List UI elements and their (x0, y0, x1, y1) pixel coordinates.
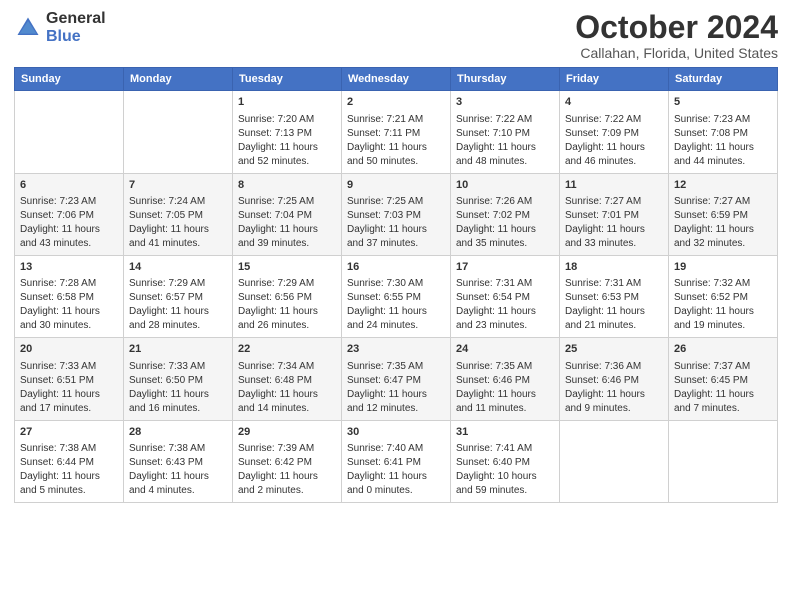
col-thursday: Thursday (451, 68, 560, 91)
table-row: 5Sunrise: 7:23 AMSunset: 7:08 PMDaylight… (669, 91, 778, 173)
header: General Blue October 2024 Callahan, Flor… (14, 10, 778, 61)
table-row: 27Sunrise: 7:38 AMSunset: 6:44 PMDayligh… (15, 420, 124, 502)
table-row: 24Sunrise: 7:35 AMSunset: 6:46 PMDayligh… (451, 338, 560, 420)
table-row: 15Sunrise: 7:29 AMSunset: 6:56 PMDayligh… (233, 255, 342, 337)
col-wednesday: Wednesday (342, 68, 451, 91)
table-row: 13Sunrise: 7:28 AMSunset: 6:58 PMDayligh… (15, 255, 124, 337)
table-row: 7Sunrise: 7:24 AMSunset: 7:05 PMDaylight… (124, 173, 233, 255)
location: Callahan, Florida, United States (575, 45, 778, 61)
table-row: 21Sunrise: 7:33 AMSunset: 6:50 PMDayligh… (124, 338, 233, 420)
table-row: 26Sunrise: 7:37 AMSunset: 6:45 PMDayligh… (669, 338, 778, 420)
table-row (669, 420, 778, 502)
calendar-table: Sunday Monday Tuesday Wednesday Thursday… (14, 67, 778, 503)
col-sunday: Sunday (15, 68, 124, 91)
table-row: 28Sunrise: 7:38 AMSunset: 6:43 PMDayligh… (124, 420, 233, 502)
title-block: October 2024 Callahan, Florida, United S… (575, 10, 778, 61)
table-row: 1Sunrise: 7:20 AMSunset: 7:13 PMDaylight… (233, 91, 342, 173)
table-row: 4Sunrise: 7:22 AMSunset: 7:09 PMDaylight… (560, 91, 669, 173)
logo: General Blue (14, 10, 106, 45)
col-saturday: Saturday (669, 68, 778, 91)
table-row: 19Sunrise: 7:32 AMSunset: 6:52 PMDayligh… (669, 255, 778, 337)
table-row: 16Sunrise: 7:30 AMSunset: 6:55 PMDayligh… (342, 255, 451, 337)
table-row: 20Sunrise: 7:33 AMSunset: 6:51 PMDayligh… (15, 338, 124, 420)
table-row (560, 420, 669, 502)
generalblue-logo-icon (14, 14, 42, 42)
table-row (124, 91, 233, 173)
table-row: 8Sunrise: 7:25 AMSunset: 7:04 PMDaylight… (233, 173, 342, 255)
table-row: 11Sunrise: 7:27 AMSunset: 7:01 PMDayligh… (560, 173, 669, 255)
table-row: 10Sunrise: 7:26 AMSunset: 7:02 PMDayligh… (451, 173, 560, 255)
table-row: 29Sunrise: 7:39 AMSunset: 6:42 PMDayligh… (233, 420, 342, 502)
table-row: 9Sunrise: 7:25 AMSunset: 7:03 PMDaylight… (342, 173, 451, 255)
table-row: 23Sunrise: 7:35 AMSunset: 6:47 PMDayligh… (342, 338, 451, 420)
table-row: 31Sunrise: 7:41 AMSunset: 6:40 PMDayligh… (451, 420, 560, 502)
table-row: 14Sunrise: 7:29 AMSunset: 6:57 PMDayligh… (124, 255, 233, 337)
header-row: Sunday Monday Tuesday Wednesday Thursday… (15, 68, 778, 91)
table-row: 25Sunrise: 7:36 AMSunset: 6:46 PMDayligh… (560, 338, 669, 420)
table-row: 6Sunrise: 7:23 AMSunset: 7:06 PMDaylight… (15, 173, 124, 255)
table-row: 30Sunrise: 7:40 AMSunset: 6:41 PMDayligh… (342, 420, 451, 502)
col-friday: Friday (560, 68, 669, 91)
table-row: 3Sunrise: 7:22 AMSunset: 7:10 PMDaylight… (451, 91, 560, 173)
col-monday: Monday (124, 68, 233, 91)
table-row: 18Sunrise: 7:31 AMSunset: 6:53 PMDayligh… (560, 255, 669, 337)
table-row: 22Sunrise: 7:34 AMSunset: 6:48 PMDayligh… (233, 338, 342, 420)
table-row: 2Sunrise: 7:21 AMSunset: 7:11 PMDaylight… (342, 91, 451, 173)
table-row: 12Sunrise: 7:27 AMSunset: 6:59 PMDayligh… (669, 173, 778, 255)
logo-text: General Blue (46, 10, 106, 45)
col-tuesday: Tuesday (233, 68, 342, 91)
table-row (15, 91, 124, 173)
table-row: 17Sunrise: 7:31 AMSunset: 6:54 PMDayligh… (451, 255, 560, 337)
month-title: October 2024 (575, 10, 778, 45)
